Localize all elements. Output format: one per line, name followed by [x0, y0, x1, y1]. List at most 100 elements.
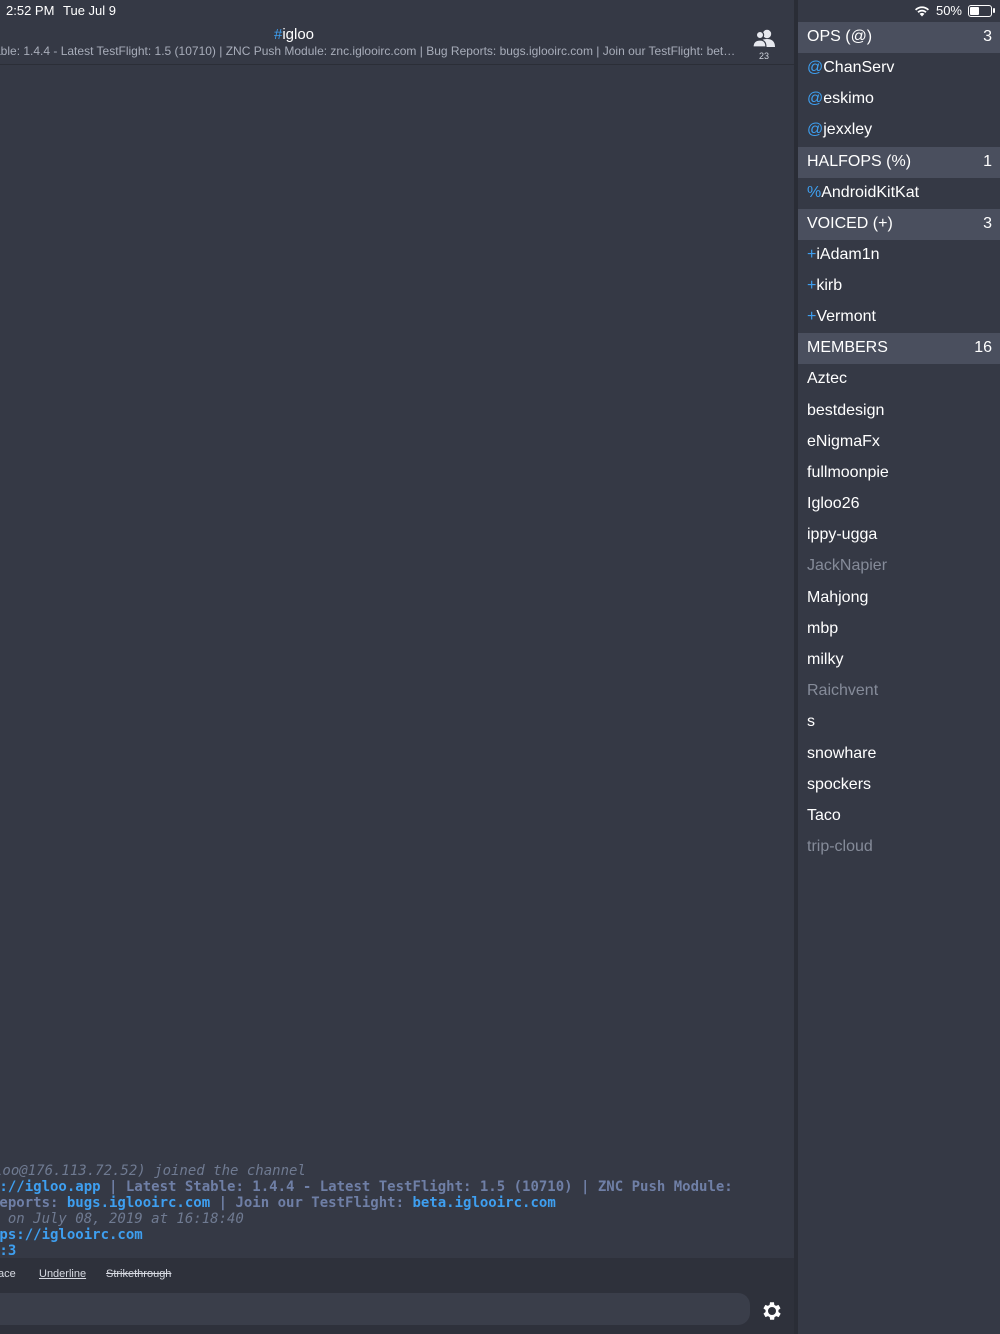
member-name: jexxley: [823, 121, 873, 139]
member-name: bestdesign: [807, 401, 885, 419]
section-count: 1: [983, 152, 992, 170]
member-item[interactable]: bestdesign: [798, 396, 1000, 427]
member-item[interactable]: eNigmaFx: [798, 427, 1000, 458]
channel-topic[interactable]: able: 1.4.4 - Latest TestFlight: 1.5 (10…: [0, 44, 739, 58]
member-name: milky: [807, 651, 844, 668]
member-item[interactable]: +kirb: [798, 271, 1000, 302]
format-monospace-button[interactable]: ace: [0, 1268, 16, 1280]
member-name: JackNapier: [807, 557, 888, 575]
topic-prefix: s://: [0, 1179, 25, 1195]
section-count: 3: [983, 28, 992, 45]
format-toolbar: ace Underline Strikethrough: [0, 1258, 794, 1292]
member-item[interactable]: mbp: [798, 614, 1000, 645]
status-date: Tue Jul 9: [63, 3, 116, 18]
section-count: 16: [974, 339, 992, 357]
section-header-members: MEMBERS 16: [798, 333, 1000, 365]
mode-prefix: +: [807, 245, 817, 263]
section-label: VOICED (+): [807, 214, 893, 232]
member-name: ChanServ: [823, 59, 895, 76]
member-item-away[interactable]: JackNapier: [798, 551, 1000, 582]
mode-prefix: @: [807, 59, 824, 76]
member-name: Mahjong: [807, 588, 869, 606]
member-item[interactable]: s: [798, 707, 1000, 738]
channel-name: igloo: [282, 26, 315, 43]
member-item[interactable]: @eskimo: [798, 84, 1000, 115]
member-item-away[interactable]: trip-cloud: [798, 832, 1000, 863]
member-name: s: [807, 713, 815, 731]
member-item[interactable]: spockers: [798, 770, 1000, 801]
member-name: AndroidKitKat: [821, 183, 920, 201]
topic-message-line2: Reports: bugs.iglooirc.com | Join our Te…: [0, 1195, 794, 1211]
settings-button[interactable]: [760, 1299, 784, 1323]
member-item[interactable]: Aztec: [798, 364, 1000, 395]
member-name: ippy-ugga: [807, 526, 878, 544]
member-item[interactable]: +Vermont: [798, 302, 1000, 333]
topic-link-igloo-app[interactable]: igloo.app: [25, 1179, 101, 1195]
mode-prefix: +: [807, 276, 817, 294]
member-name: snowhare: [807, 744, 877, 762]
status-time: 2:52 PM: [6, 3, 55, 18]
member-item[interactable]: Igloo26: [798, 489, 1000, 520]
member-name: kirb: [816, 276, 843, 294]
channel-header: #igloo able: 1.4.4 - Latest TestFlight: …: [0, 22, 794, 65]
section-label: OPS (@): [807, 28, 873, 45]
member-item[interactable]: snowhare: [798, 739, 1000, 770]
member-item[interactable]: %AndroidKitKat: [798, 178, 1000, 209]
channel-url-link[interactable]: tps://iglooirc.com: [0, 1227, 794, 1243]
topic-text: | Join our TestFlight:: [210, 1195, 413, 1211]
mode-prefix: @: [807, 90, 824, 108]
message-log: loo@176.113.72.52) joined the channel s:…: [0, 1163, 794, 1259]
member-name: Raichvent: [807, 682, 879, 700]
member-item[interactable]: fullmoonpie: [798, 458, 1000, 489]
topic-set-by: y on July 08, 2019 at 16:18:40: [0, 1211, 244, 1227]
mode-prefix: +: [807, 308, 817, 326]
channel-created: 5:3: [0, 1243, 17, 1259]
member-name: mbp: [807, 619, 839, 637]
wifi-icon: [914, 5, 929, 16]
section-label: HALFOPS (%): [807, 152, 912, 170]
member-name: trip-cloud: [807, 838, 873, 856]
member-list: OPS (@) 3 @ChanServ @eskimo @jexxley HALF…: [798, 22, 1000, 1334]
format-underline-button[interactable]: Underline: [39, 1268, 86, 1280]
section-label: MEMBERS: [807, 339, 888, 357]
user-count: 23: [758, 51, 769, 61]
member-item[interactable]: Mahjong: [798, 583, 1000, 614]
battery-fill: [970, 6, 979, 15]
channel-title[interactable]: #igloo: [0, 26, 588, 43]
topic-message: s://igloo.app | Latest Stable: 1.4.4 - L…: [0, 1179, 794, 1195]
member-item[interactable]: ippy-ugga: [798, 520, 1000, 551]
member-name: eskimo: [823, 90, 874, 108]
member-item[interactable]: Taco: [798, 801, 1000, 832]
member-name: Aztec: [807, 370, 848, 388]
mode-prefix: @: [807, 121, 824, 139]
topic-text: | Latest Stable: 1.4.4 - Latest TestFlig…: [100, 1179, 733, 1195]
member-item[interactable]: +iAdam1n: [798, 240, 1000, 271]
battery-percent: 50%: [935, 3, 962, 18]
join-message: loo@176.113.72.52) joined the channel: [0, 1163, 306, 1179]
gear-icon: [763, 1302, 781, 1320]
topic-text: Reports:: [0, 1195, 59, 1211]
status-bar: 2:52 PM Tue Jul 9 50%: [0, 0, 1000, 22]
section-count: 3: [983, 214, 992, 232]
message-input[interactable]: [0, 1293, 750, 1325]
member-name: eNigmaFx: [807, 432, 880, 450]
format-strikethrough-button[interactable]: Strikethrough: [106, 1268, 171, 1280]
users-icon: [752, 29, 775, 48]
mode-prefix: %: [807, 183, 822, 201]
member-item[interactable]: milky: [798, 645, 1000, 676]
member-name: Vermont: [816, 308, 876, 326]
battery-icon: [968, 4, 995, 17]
member-item-away[interactable]: Raichvent: [798, 676, 1000, 707]
member-item[interactable]: @ChanServ: [798, 53, 1000, 84]
topic-link-beta[interactable]: beta.iglooirc.com: [412, 1195, 555, 1211]
topic-link-bugs[interactable]: bugs.iglooirc.com: [67, 1195, 210, 1211]
section-header-ops: OPS (@) 3: [798, 22, 1000, 53]
member-item[interactable]: @jexxley: [798, 115, 1000, 146]
member-name: Igloo26: [807, 495, 860, 513]
user-list-button[interactable]: 23: [750, 28, 778, 62]
section-header-halfops: HALFOPS (%) 1: [798, 146, 1000, 178]
member-name: iAdam1n: [816, 245, 880, 263]
chat-pane: #igloo able: 1.4.4 - Latest TestFlight: …: [0, 0, 794, 1334]
section-header-voiced: VOICED (+) 3: [798, 208, 1000, 240]
compose-area: [0, 1292, 794, 1334]
